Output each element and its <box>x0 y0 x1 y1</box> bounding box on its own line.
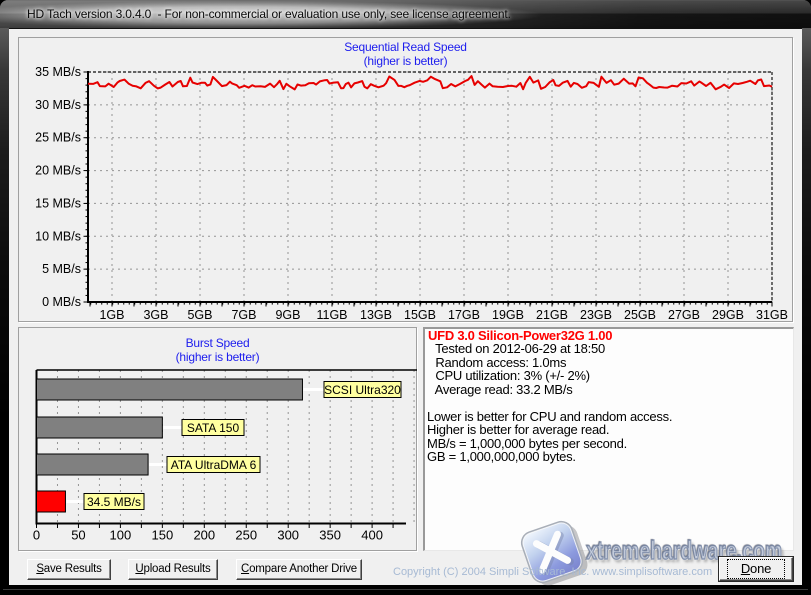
svg-text:SCSI Ultra320: SCSI Ultra320 <box>324 383 401 397</box>
svg-text:25 MB/s: 25 MB/s <box>35 131 81 145</box>
svg-text:150: 150 <box>151 528 173 543</box>
svg-text:ATA UltraDMA 6: ATA UltraDMA 6 <box>171 458 257 472</box>
svg-text:11GB: 11GB <box>316 308 347 322</box>
svg-text:300: 300 <box>277 528 299 543</box>
svg-text:5 MB/s: 5 MB/s <box>42 262 81 276</box>
svg-text:27GB: 27GB <box>668 308 700 322</box>
svg-text:23GB: 23GB <box>580 308 612 322</box>
svg-text:5GB: 5GB <box>187 308 212 322</box>
svg-text:250: 250 <box>235 528 257 543</box>
svg-text:100: 100 <box>110 528 132 543</box>
svg-text:3GB: 3GB <box>143 308 168 322</box>
svg-text:30 MB/s: 30 MB/s <box>35 98 81 112</box>
svg-text:19GB: 19GB <box>492 308 524 322</box>
svg-text:15 MB/s: 15 MB/s <box>35 196 81 210</box>
svg-text:SATA 150: SATA 150 <box>187 421 240 435</box>
svg-text:20 MB/s: 20 MB/s <box>35 164 81 178</box>
svg-text:400: 400 <box>361 528 383 543</box>
svg-text:34.5 MB/s: 34.5 MB/s <box>87 495 141 509</box>
svg-text:13GB: 13GB <box>360 308 392 322</box>
svg-text:350: 350 <box>319 528 341 543</box>
svg-text:21GB: 21GB <box>536 308 568 322</box>
svg-text:1GB: 1GB <box>99 308 124 322</box>
svg-text:35 MB/s: 35 MB/s <box>35 65 81 79</box>
svg-text:17GB: 17GB <box>448 308 480 322</box>
svg-text:25GB: 25GB <box>624 308 656 322</box>
svg-text:7GB: 7GB <box>231 308 256 322</box>
svg-text:15GB: 15GB <box>404 308 436 322</box>
svg-text:0: 0 <box>33 528 40 543</box>
svg-text:10 MB/s: 10 MB/s <box>35 229 81 243</box>
svg-text:200: 200 <box>193 528 215 543</box>
svg-text:29GB: 29GB <box>712 308 744 322</box>
svg-text:9GB: 9GB <box>275 308 300 322</box>
svg-text:31GB: 31GB <box>756 308 788 322</box>
svg-text:0 MB/s: 0 MB/s <box>42 295 81 309</box>
svg-text:50: 50 <box>71 528 85 543</box>
